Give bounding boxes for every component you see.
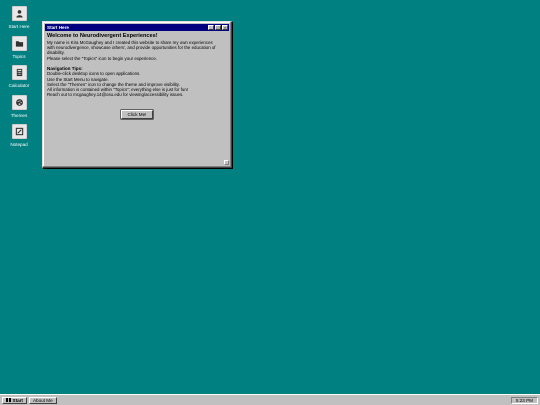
window-content: Welcome to Neurodivergent Experiences! M… [47, 33, 227, 163]
palette-icon [11, 95, 27, 110]
window-titlebar[interactable]: Start Here _ □ × [45, 24, 229, 31]
desktop-icon-label: Topics [12, 54, 26, 59]
folder-icon [11, 36, 27, 51]
intro-line: Please select the "Topics" icon to begin… [47, 55, 158, 61]
window-controls: _ □ × [208, 25, 229, 30]
desktop-icon-notepad[interactable]: Notepad [0, 124, 38, 147]
system-tray-clock: 5:23 PM [510, 396, 538, 404]
taskbar-item-about-me[interactable]: About Me [28, 396, 57, 404]
desktop-icon-themes[interactable]: Themes [0, 95, 38, 118]
desktop-icon-label: Notepad [10, 142, 28, 147]
close-button[interactable]: × [222, 25, 228, 30]
desktop-icon-calculator[interactable]: Calculator [0, 65, 38, 88]
desktop-icon-start-here[interactable]: Start Here [0, 6, 38, 29]
window-title: Start Here [47, 25, 69, 30]
desktop: Start Here Topics Calculator Themes Note… [0, 0, 540, 394]
start-here-window[interactable]: Start Here _ □ × Welcome to Neurodiverge… [42, 21, 232, 168]
click-me-button[interactable]: Click Me! [120, 110, 154, 120]
windows-logo-icon [6, 397, 11, 403]
start-label: Start [12, 397, 23, 403]
start-button[interactable]: Start [2, 396, 27, 404]
calculator-icon [11, 65, 27, 80]
resize-grip[interactable] [224, 160, 229, 165]
desktop-icon-topics[interactable]: Topics [0, 36, 38, 59]
tip-line: Reach out to mcgaughey.14@osu.edu for vi… [47, 92, 184, 98]
desktop-icon-label: Start Here [8, 24, 30, 29]
button-row: Click Me! [47, 103, 227, 121]
desktop-icon-label: Calculator [8, 83, 30, 88]
notepad-icon [11, 124, 27, 139]
desktop-icon-label: Themes [10, 113, 28, 118]
maximize-button[interactable]: □ [215, 25, 221, 30]
welcome-heading: Welcome to Neurodivergent Experiences! [47, 33, 158, 39]
taskbar: Start About Me 5:23 PM [0, 394, 540, 405]
person-icon [11, 6, 27, 21]
minimize-button[interactable]: _ [208, 25, 214, 30]
intro-line: with neurodivergence, showcase others', … [47, 45, 216, 51]
